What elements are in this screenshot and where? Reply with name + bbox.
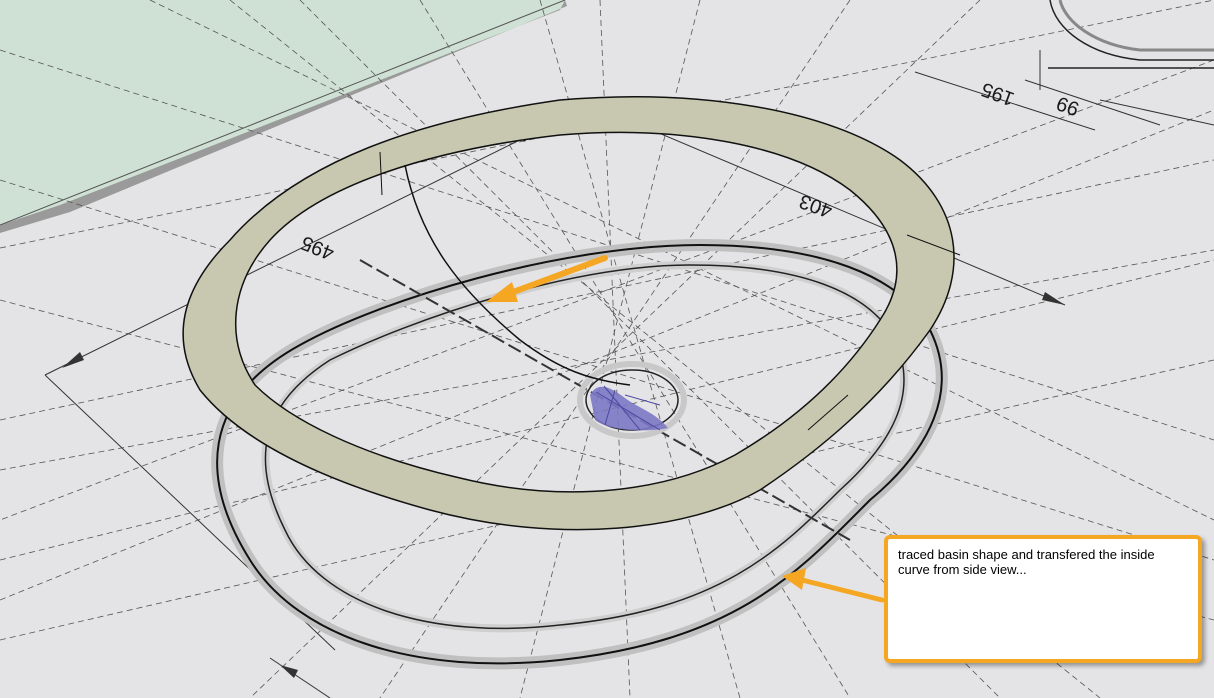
arrowhead — [280, 665, 298, 678]
upper-right-outline — [1048, 0, 1214, 69]
callout-text: traced basin shape and transfered the in… — [898, 547, 1155, 577]
dim-403-label: 403 — [797, 190, 836, 222]
annotation-callout: traced basin shape and transfered the in… — [884, 535, 1202, 663]
top-right-dimensions — [914, 50, 1214, 131]
dim-495-label: 495 — [298, 231, 337, 264]
basin-rim-ring — [182, 96, 955, 531]
drain — [577, 361, 687, 439]
dim-195-label: 195 — [979, 78, 1018, 110]
dim-99-label: 99 — [1054, 91, 1082, 119]
annotation-arrow-bottom — [782, 568, 885, 603]
arrowhead — [1042, 292, 1065, 305]
arrowhead — [62, 352, 84, 368]
